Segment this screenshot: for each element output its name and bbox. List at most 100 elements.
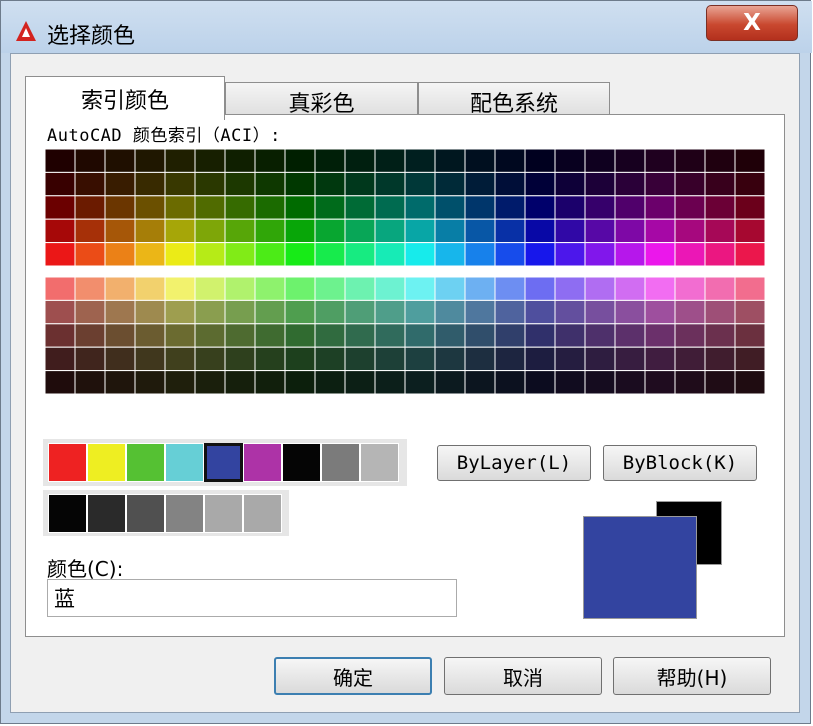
aci-swatch[interactable] bbox=[254, 370, 286, 394]
color-swatch[interactable] bbox=[48, 443, 87, 482]
aci-swatch[interactable] bbox=[164, 299, 196, 325]
aci-swatch[interactable] bbox=[164, 346, 196, 372]
aci-swatch[interactable] bbox=[734, 195, 765, 220]
aci-swatch[interactable] bbox=[434, 346, 466, 372]
aci-swatch[interactable] bbox=[644, 346, 676, 372]
aci-swatch[interactable] bbox=[584, 346, 616, 372]
aci-swatch[interactable] bbox=[434, 299, 466, 325]
aci-swatch[interactable] bbox=[194, 323, 226, 348]
aci-swatch[interactable] bbox=[224, 218, 256, 244]
aci-swatch[interactable] bbox=[644, 277, 676, 301]
aci-swatch[interactable] bbox=[374, 370, 406, 394]
aci-swatch[interactable] bbox=[554, 346, 586, 372]
aci-swatch[interactable] bbox=[734, 242, 765, 266]
aci-swatch[interactable] bbox=[644, 242, 676, 266]
aci-swatch[interactable] bbox=[224, 346, 256, 372]
aci-swatch[interactable] bbox=[45, 218, 76, 244]
aci-swatch[interactable] bbox=[314, 277, 346, 301]
aci-swatch[interactable] bbox=[434, 195, 466, 220]
aci-swatch[interactable] bbox=[674, 346, 706, 372]
aci-swatch[interactable] bbox=[404, 195, 436, 220]
aci-swatch[interactable] bbox=[284, 370, 316, 394]
aci-swatch[interactable] bbox=[164, 218, 196, 244]
aci-swatch[interactable] bbox=[614, 218, 646, 244]
aci-swatch-grid[interactable] bbox=[45, 277, 765, 394]
aci-palette-top[interactable] bbox=[45, 149, 765, 266]
aci-swatch[interactable] bbox=[404, 149, 436, 173]
aci-swatch[interactable] bbox=[164, 171, 196, 197]
aci-swatch[interactable] bbox=[734, 299, 765, 325]
aci-swatch[interactable] bbox=[194, 195, 226, 220]
aci-swatch[interactable] bbox=[45, 195, 76, 220]
aci-swatch[interactable] bbox=[45, 277, 76, 301]
aci-swatch[interactable] bbox=[404, 277, 436, 301]
aci-swatch[interactable] bbox=[254, 242, 286, 266]
color-swatch[interactable] bbox=[243, 443, 282, 482]
aci-swatch[interactable] bbox=[224, 195, 256, 220]
aci-swatch[interactable] bbox=[344, 277, 376, 301]
aci-swatch[interactable] bbox=[344, 171, 376, 197]
aci-swatch[interactable] bbox=[674, 277, 706, 301]
aci-swatch[interactable] bbox=[644, 323, 676, 348]
aci-swatch[interactable] bbox=[314, 195, 346, 220]
aci-swatch[interactable] bbox=[674, 299, 706, 325]
color-swatch[interactable] bbox=[126, 443, 165, 482]
aci-swatch[interactable] bbox=[404, 171, 436, 197]
aci-swatch[interactable] bbox=[224, 149, 256, 173]
aci-swatch[interactable] bbox=[614, 346, 646, 372]
aci-swatch[interactable] bbox=[554, 242, 586, 266]
aci-swatch[interactable] bbox=[584, 299, 616, 325]
aci-swatch[interactable] bbox=[704, 370, 736, 394]
aci-swatch[interactable] bbox=[434, 370, 466, 394]
color-swatch[interactable] bbox=[282, 443, 321, 482]
aci-swatch[interactable] bbox=[434, 277, 466, 301]
aci-swatch[interactable] bbox=[164, 195, 196, 220]
aci-swatch[interactable] bbox=[224, 370, 256, 394]
aci-swatch[interactable] bbox=[494, 149, 526, 173]
aci-swatch[interactable] bbox=[404, 323, 436, 348]
aci-swatch[interactable] bbox=[704, 195, 736, 220]
aci-swatch[interactable] bbox=[584, 218, 616, 244]
aci-swatch[interactable] bbox=[374, 323, 406, 348]
aci-swatch[interactable] bbox=[434, 323, 466, 348]
aci-swatch[interactable] bbox=[74, 323, 106, 348]
close-button[interactable]: X bbox=[706, 5, 798, 41]
aci-swatch[interactable] bbox=[194, 277, 226, 301]
aci-swatch[interactable] bbox=[104, 149, 136, 173]
aci-swatch[interactable] bbox=[404, 242, 436, 266]
aci-swatch[interactable] bbox=[734, 149, 765, 173]
cancel-button[interactable]: 取消 bbox=[444, 657, 602, 695]
aci-swatch[interactable] bbox=[284, 299, 316, 325]
aci-swatch[interactable] bbox=[314, 346, 346, 372]
aci-swatch[interactable] bbox=[314, 218, 346, 244]
aci-swatch[interactable] bbox=[704, 346, 736, 372]
aci-swatch[interactable] bbox=[584, 323, 616, 348]
aci-swatch[interactable] bbox=[674, 242, 706, 266]
color-swatch[interactable] bbox=[126, 494, 165, 533]
aci-swatch[interactable] bbox=[314, 242, 346, 266]
aci-swatch[interactable] bbox=[104, 346, 136, 372]
aci-swatch[interactable] bbox=[164, 370, 196, 394]
aci-swatch[interactable] bbox=[284, 195, 316, 220]
aci-swatch[interactable] bbox=[374, 195, 406, 220]
aci-swatch[interactable] bbox=[554, 171, 586, 197]
aci-swatch[interactable] bbox=[164, 149, 196, 173]
aci-swatch[interactable] bbox=[104, 242, 136, 266]
aci-swatch[interactable] bbox=[74, 218, 106, 244]
aci-swatch[interactable] bbox=[284, 149, 316, 173]
aci-swatch[interactable] bbox=[404, 346, 436, 372]
aci-swatch[interactable] bbox=[284, 218, 316, 244]
aci-swatch[interactable] bbox=[464, 346, 496, 372]
aci-swatch[interactable] bbox=[194, 218, 226, 244]
aci-swatch[interactable] bbox=[314, 299, 346, 325]
aci-swatch[interactable] bbox=[494, 171, 526, 197]
aci-swatch[interactable] bbox=[344, 370, 376, 394]
aci-swatch[interactable] bbox=[374, 242, 406, 266]
aci-swatch[interactable] bbox=[494, 195, 526, 220]
aci-swatch[interactable] bbox=[464, 149, 496, 173]
aci-swatch[interactable] bbox=[104, 277, 136, 301]
aci-swatch[interactable] bbox=[74, 370, 106, 394]
aci-swatch[interactable] bbox=[404, 299, 436, 325]
aci-swatch[interactable] bbox=[704, 218, 736, 244]
aci-swatch[interactable] bbox=[194, 149, 226, 173]
